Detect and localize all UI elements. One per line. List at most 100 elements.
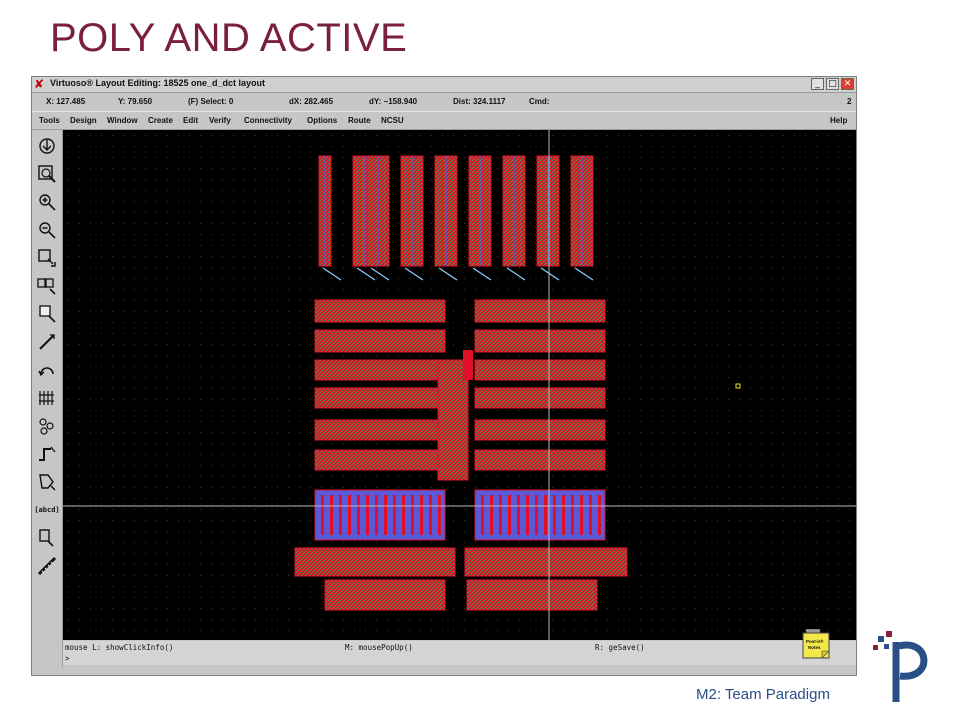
fit-tool[interactable] (34, 162, 60, 186)
poly-finger (589, 495, 592, 535)
polygon-tool[interactable] (34, 470, 60, 494)
path-icon (39, 446, 56, 461)
maximize-button[interactable]: □ (826, 78, 839, 90)
base-right (466, 579, 598, 611)
rectangle-tool[interactable] (34, 526, 60, 550)
label-icon: [abcd] (34, 506, 60, 514)
postit-label-2: Notes (808, 645, 821, 650)
copy-tool[interactable] (34, 274, 60, 298)
menu-tools[interactable]: Tools (39, 116, 60, 125)
menu-route[interactable]: Route (348, 116, 371, 125)
stretch-icon (38, 249, 56, 267)
postit-notes-icon[interactable]: Post-it® Notes (802, 628, 830, 659)
bottom-status-strip (32, 667, 856, 675)
slide-title: POLY AND ACTIVE (50, 16, 408, 60)
menu-bar: Tools Design Window Create Edit Verify C… (32, 111, 856, 130)
poly-row-left (314, 419, 446, 441)
poly-finger (411, 495, 414, 535)
zoom-out-tool[interactable] (34, 218, 60, 242)
delta-x-readout: dX: 282.465 (289, 97, 334, 106)
bottom-row-right (464, 547, 628, 577)
undo-icon (38, 367, 54, 377)
poly-finger (553, 495, 556, 535)
team-logo (873, 631, 928, 702)
save-tool[interactable] (34, 134, 60, 158)
poly-row-right (474, 387, 606, 409)
label-tool[interactable]: [abcd] (34, 498, 60, 522)
command-prompt[interactable]: > (65, 654, 70, 663)
close-button[interactable]: ✕ (841, 78, 854, 90)
metal-block-left (314, 489, 446, 541)
menu-design[interactable]: Design (70, 116, 97, 125)
poly-finger (490, 495, 493, 535)
layout-drawing (63, 130, 856, 640)
instance-icon (39, 418, 54, 435)
poly-row-left (314, 359, 446, 381)
instance-tool[interactable] (34, 414, 60, 438)
poly-finger (535, 495, 538, 535)
poly-finger (598, 495, 601, 535)
undo-tool[interactable] (34, 358, 60, 382)
delta-y-readout: dY: −158.940 (369, 97, 418, 106)
menu-help[interactable]: Help (830, 116, 847, 125)
menu-options[interactable]: Options (307, 116, 337, 125)
menu-window[interactable]: Window (107, 116, 138, 125)
ruler-icon (37, 556, 57, 576)
cursor-x-readout: X: 127.485 (46, 97, 86, 106)
slide-footer: M2: Team Paradigm (696, 686, 830, 703)
menu-connectivity[interactable]: Connectivity (244, 116, 292, 125)
mouse-right-binding: R: geSave() (595, 643, 645, 652)
menu-verify[interactable]: Verify (209, 116, 231, 125)
poly-finger (366, 495, 369, 535)
move-icon (39, 305, 56, 323)
postit-label-1: Post-it® (806, 639, 824, 644)
poly-finger (321, 495, 324, 535)
distance-readout: Dist: 324.1117 (453, 97, 506, 106)
poly-finger (375, 495, 378, 535)
menu-ncsu[interactable]: NCSU (381, 116, 404, 125)
rectangle-icon (39, 529, 54, 547)
zoom-out-icon (39, 222, 56, 239)
poly-finger (508, 495, 511, 535)
poly-row-right (474, 299, 606, 323)
delete-tool[interactable] (34, 330, 60, 354)
poly-finger (499, 495, 502, 535)
path-tool[interactable] (34, 442, 60, 466)
poly-finger (481, 495, 484, 535)
stretch-tool[interactable] (34, 246, 60, 270)
bottom-row-left (294, 547, 456, 577)
save-icon (39, 138, 55, 154)
select-count: (F) Select: 0 (188, 97, 234, 106)
minimize-button[interactable]: _ (811, 78, 824, 90)
poly-row-left (314, 449, 446, 471)
window-titlebar: ✘ Virtuoso® Layout Editing: 18525 one_d_… (32, 77, 856, 93)
poly-finger (580, 495, 583, 535)
poly-row-left (314, 329, 446, 353)
menu-create[interactable]: Create (148, 116, 173, 125)
poly-finger (517, 495, 520, 535)
poly-finger (429, 495, 432, 535)
layout-canvas[interactable] (63, 130, 856, 640)
poly-row-left (314, 387, 446, 409)
virtuoso-window: ✘ Virtuoso® Layout Editing: 18525 one_d_… (31, 76, 857, 676)
zoom-in-icon (39, 194, 56, 211)
ruler-tool[interactable] (34, 554, 60, 578)
property-tool[interactable] (34, 386, 60, 410)
postit-icon (802, 628, 830, 659)
command-line-area: mouse L: showClickInfo() M: mousePopUp()… (63, 641, 856, 665)
move-tool[interactable] (34, 302, 60, 326)
poly-finger (544, 495, 547, 535)
mouse-left-binding: mouse L: showClickInfo() (65, 643, 174, 652)
poly-row-left (314, 299, 446, 323)
property-icon (39, 391, 54, 405)
poly-finger (438, 495, 441, 535)
menu-edit[interactable]: Edit (183, 116, 198, 125)
poly-finger (562, 495, 565, 535)
center-tab (463, 350, 473, 380)
poly-finger (571, 495, 574, 535)
polygon-icon (39, 474, 56, 491)
zoom-in-tool[interactable] (34, 190, 60, 214)
tool-palette: [abcd] (32, 130, 63, 670)
window-title: Virtuoso® Layout Editing: 18525 one_d_dc… (50, 78, 266, 88)
poly-row-right (474, 449, 606, 471)
